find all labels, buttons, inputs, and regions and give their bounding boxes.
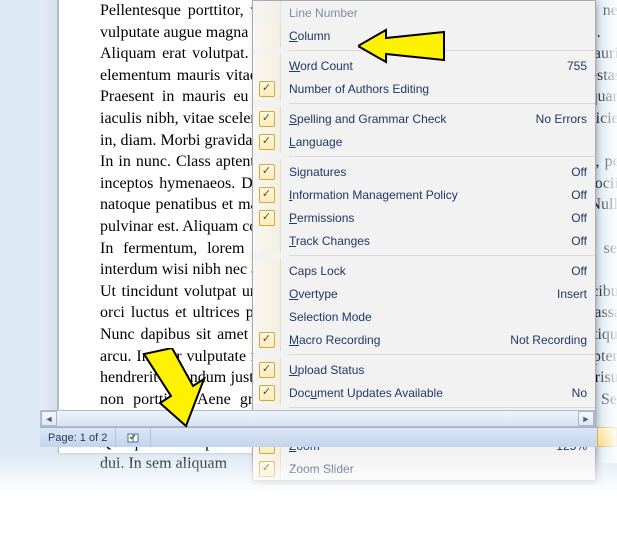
menu-separator	[289, 255, 595, 256]
menu-item-value: Off	[565, 234, 587, 248]
menu-check-column: ✓	[253, 381, 281, 404]
menu-check-column	[253, 54, 281, 77]
menu-item-upload-status[interactable]: ✓ Upload Status	[253, 358, 595, 381]
menu-item-value: Off	[565, 165, 587, 179]
menu-check-column: ✓	[253, 160, 281, 183]
menu-check-column: ✓	[253, 130, 281, 153]
menu-item-permissions[interactable]: ✓ PermissionsOff	[253, 206, 595, 229]
menu-check-column	[253, 24, 281, 47]
menu-check-column: ✓	[253, 206, 281, 229]
menu-item-label: Column	[289, 29, 587, 43]
menu-separator	[289, 103, 595, 104]
checkmark-icon: ✓	[259, 81, 275, 97]
menu-check-column	[253, 282, 281, 305]
menu-separator	[289, 354, 595, 355]
menu-item-column[interactable]: Column	[253, 24, 595, 47]
menu-item-label: Document Updates Available	[289, 386, 566, 400]
checkmark-icon: ✓	[259, 111, 275, 127]
menu-check-column: ✓	[253, 77, 281, 100]
menu-check-column	[253, 229, 281, 252]
status-proofing-button[interactable]	[116, 428, 151, 447]
menu-check-column: ✓	[253, 358, 281, 381]
menu-item-label: Selection Mode	[289, 310, 587, 324]
scroll-right-button[interactable]: ►	[578, 411, 594, 426]
statusbar-context-menu[interactable]: Line Number Column Word Count755 ✓ Number of…	[252, 0, 596, 481]
checkmark-icon: ✓	[259, 210, 275, 226]
menu-item-line-number[interactable]: Line Number	[253, 1, 595, 24]
menu-item-label: Caps Lock	[289, 264, 565, 278]
view-buttons-panel[interactable]	[597, 427, 617, 447]
menu-item-value: No Errors	[530, 112, 587, 126]
status-page-indicator[interactable]: Page: 1 of 2	[40, 428, 116, 447]
menu-item-language[interactable]: ✓ Language	[253, 130, 595, 153]
menu-item-label: Permissions	[289, 211, 565, 225]
menu-separator	[289, 50, 595, 51]
checkmark-icon: ✓	[259, 385, 275, 401]
menu-item-value: Off	[565, 188, 587, 202]
menu-item-value: 755	[561, 59, 587, 73]
menu-item-value: Off	[565, 264, 587, 278]
menu-item-number-of-authors-editing[interactable]: ✓ Number of Authors Editing	[253, 77, 595, 100]
menu-item-label: Line Number	[289, 6, 587, 20]
menu-item-label: Upload Status	[289, 363, 587, 377]
menu-item-overtype[interactable]: OvertypeInsert	[253, 282, 595, 305]
menu-item-label: Zoom Slider	[289, 462, 587, 476]
menu-item-label: Information Management Policy	[289, 188, 565, 202]
menu-item-label: Spelling and Grammar Check	[289, 112, 530, 126]
menu-item-value: Not Recording	[504, 333, 587, 347]
menu-item-track-changes[interactable]: Track ChangesOff	[253, 229, 595, 252]
menu-item-caps-lock[interactable]: Caps LockOff	[253, 259, 595, 282]
menu-item-label: Track Changes	[289, 234, 565, 248]
checkmark-icon: ✓	[259, 164, 275, 180]
menu-item-information-management-policy[interactable]: ✓ Information Management PolicyOff	[253, 183, 595, 206]
menu-item-spelling-and-grammar-check[interactable]: ✓ Spelling and Grammar CheckNo Errors	[253, 107, 595, 130]
menu-item-signatures[interactable]: ✓ SignaturesOff	[253, 160, 595, 183]
vertical-ruler	[40, 0, 58, 443]
menu-item-document-updates-available[interactable]: ✓ Document Updates AvailableNo	[253, 381, 595, 404]
menu-check-column	[253, 305, 281, 328]
menu-check-column: ✓	[253, 107, 281, 130]
menu-item-value: Off	[565, 211, 587, 225]
menu-item-label: Language	[289, 135, 587, 149]
status-empty-segment[interactable]	[151, 428, 167, 447]
status-bar[interactable]: Page: 1 of 2	[40, 427, 599, 447]
scroll-left-button[interactable]: ◄	[41, 411, 57, 426]
menu-item-label: Overtype	[289, 287, 551, 301]
menu-check-column	[253, 1, 281, 24]
book-check-icon	[126, 431, 140, 445]
checkmark-icon: ✓	[259, 461, 275, 477]
menu-item-zoom-slider[interactable]: ✓ Zoom Slider	[253, 457, 595, 480]
checkmark-icon: ✓	[259, 134, 275, 150]
menu-item-value: Insert	[551, 287, 587, 301]
menu-item-macro-recording[interactable]: ✓ Macro RecordingNot Recording	[253, 328, 595, 351]
menu-item-value: No	[566, 386, 587, 400]
menu-item-label: Macro Recording	[289, 333, 504, 347]
menu-check-column	[253, 259, 281, 282]
menu-item-word-count[interactable]: Word Count755	[253, 54, 595, 77]
menu-check-column: ✓	[253, 457, 281, 480]
menu-check-column: ✓	[253, 328, 281, 351]
checkmark-icon: ✓	[259, 362, 275, 378]
menu-separator	[289, 156, 595, 157]
horizontal-scrollbar[interactable]: ◄ ►	[40, 410, 595, 427]
status-page-label: Page: 1 of 2	[48, 432, 107, 444]
menu-item-label: Word Count	[289, 59, 561, 73]
checkmark-icon: ✓	[259, 332, 275, 348]
menu-item-selection-mode[interactable]: Selection Mode	[253, 305, 595, 328]
menu-check-column: ✓	[253, 183, 281, 206]
menu-item-label: Number of Authors Editing	[289, 82, 587, 96]
menu-separator	[289, 407, 595, 408]
menu-item-label: Signatures	[289, 165, 565, 179]
checkmark-icon: ✓	[259, 187, 275, 203]
